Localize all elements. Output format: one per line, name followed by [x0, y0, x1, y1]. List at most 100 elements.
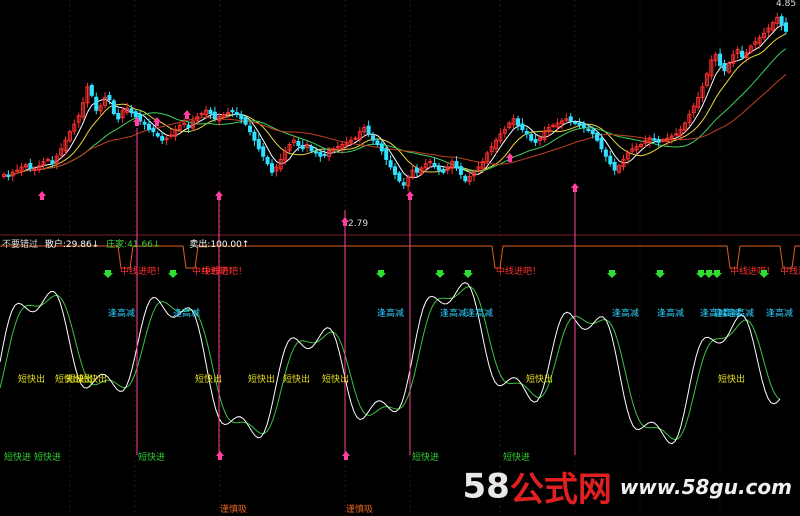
short-out-tag: 短快出	[80, 373, 107, 385]
candle-down	[414, 167, 419, 173]
down-arrow-icon	[704, 270, 714, 278]
high-price-label: 4.85	[776, 0, 796, 9]
candle-down	[269, 163, 274, 173]
candle-down	[212, 111, 217, 120]
candle-down	[388, 160, 393, 168]
watermark: 58公式网 www.58gu.com	[463, 462, 793, 511]
candle-down	[612, 161, 617, 171]
candle-down	[581, 123, 586, 128]
reduce-high-tag: 逢高减	[466, 307, 493, 319]
reduce-high-tag: 逢高减	[766, 307, 793, 319]
candle-down	[265, 157, 270, 165]
candle-down	[718, 53, 723, 66]
ma5-line	[3, 24, 787, 179]
up-arrow-icon	[38, 191, 46, 200]
candle-down	[248, 125, 253, 133]
up-arrow-icon	[342, 451, 350, 460]
candle-down	[133, 111, 138, 118]
candle-down	[322, 153, 327, 157]
short-out-tag: 短快出	[18, 373, 45, 385]
candle-down	[261, 146, 266, 157]
candle-down	[393, 166, 397, 175]
down-arrow-icon	[655, 270, 665, 278]
candle-down	[463, 175, 468, 182]
reduce-high-tag: 逢高减	[108, 307, 135, 319]
candle-down	[384, 148, 389, 160]
moving-average-lines	[3, 24, 787, 179]
candle-down	[243, 117, 248, 125]
candle-down	[296, 140, 301, 147]
candle-down	[252, 131, 257, 141]
ma10-line	[3, 33, 787, 177]
reduce-high-tag: 逢高减	[657, 307, 684, 319]
short-out-tag: 短快出	[248, 373, 275, 385]
reduce-high-tag: 逢高减	[377, 307, 404, 319]
down-arrow-icon	[696, 270, 706, 278]
candle-down	[146, 123, 151, 131]
candle-down	[107, 95, 112, 101]
candle-down	[652, 138, 657, 141]
candle-down	[160, 136, 165, 141]
candle-down	[313, 151, 318, 154]
candle-down	[309, 145, 314, 152]
reduce-high-tag: 逢高减	[440, 307, 467, 319]
watermark-brand: 公式网	[509, 470, 612, 510]
candle-down	[239, 114, 244, 120]
watermark-digits: 58	[462, 466, 510, 507]
candle-down	[784, 22, 788, 32]
candle-down	[577, 122, 582, 126]
candle-down	[458, 166, 463, 175]
short-out-tag: 短快出	[718, 373, 745, 385]
candle-down	[234, 112, 239, 116]
candle-down	[151, 127, 156, 133]
reduce-high-tag: 逢高减	[727, 307, 754, 319]
midline-buy-tag: 中线进吧！	[780, 265, 800, 277]
candle-down	[300, 145, 305, 150]
indicator-header: 不要错过 散户:29.86↓ 庄家:41.66↓ 卖出:100.00↑	[2, 237, 253, 250]
midline-buy-tag: 中线进吧！	[730, 265, 775, 277]
ma30-line	[3, 74, 787, 177]
buy-value: 散户:29.86↓	[44, 240, 100, 250]
up-arrow-icon	[406, 191, 414, 200]
candle-down	[586, 128, 591, 132]
down-arrow-icon	[463, 270, 473, 278]
short-out-tag: 短快出	[195, 373, 222, 385]
down-arrow-icon	[168, 270, 178, 278]
down-arrow-icon	[103, 270, 113, 278]
candle-down	[6, 174, 11, 178]
candlesticks	[2, 12, 788, 192]
midline-buy-tag: 中线进吧！	[202, 265, 247, 277]
candle-down	[454, 161, 459, 169]
candle-down	[432, 163, 437, 167]
candle-down	[208, 109, 213, 115]
indicator-name: 不要错过	[2, 240, 39, 250]
price-panel	[2, 12, 788, 192]
short-out-tag: 短快出	[322, 373, 349, 385]
watermark-url: www.58gu.com	[619, 474, 792, 499]
candle-down	[94, 96, 99, 111]
short-in-tag: 短快进	[34, 451, 61, 463]
reduce-high-tag: 逢高减	[612, 307, 639, 319]
candle-down	[568, 116, 573, 122]
candle-down	[50, 160, 55, 165]
candle-down	[371, 135, 376, 141]
candle-down	[318, 151, 323, 157]
short-in-tag: 短快进	[138, 451, 165, 463]
short-out-tag: 短快出	[283, 373, 310, 385]
candle-down	[516, 118, 521, 126]
candle-down	[230, 110, 235, 113]
reduce-high-tag: 逢高减	[173, 307, 200, 319]
candle-down	[142, 121, 147, 125]
oscillator-white-line	[0, 281, 781, 445]
candle-down	[573, 121, 578, 124]
candle-down	[155, 133, 160, 137]
candle-down	[529, 133, 534, 141]
candle-down	[379, 143, 384, 152]
candle-down	[533, 139, 538, 143]
sell-value: 卖出:100.00↑	[189, 240, 250, 250]
candle-down	[595, 132, 600, 141]
short-in-tag: 短快进	[412, 451, 439, 463]
candle-down	[590, 129, 595, 135]
candle-down	[89, 85, 94, 96]
up-arrow-icon	[215, 191, 223, 200]
